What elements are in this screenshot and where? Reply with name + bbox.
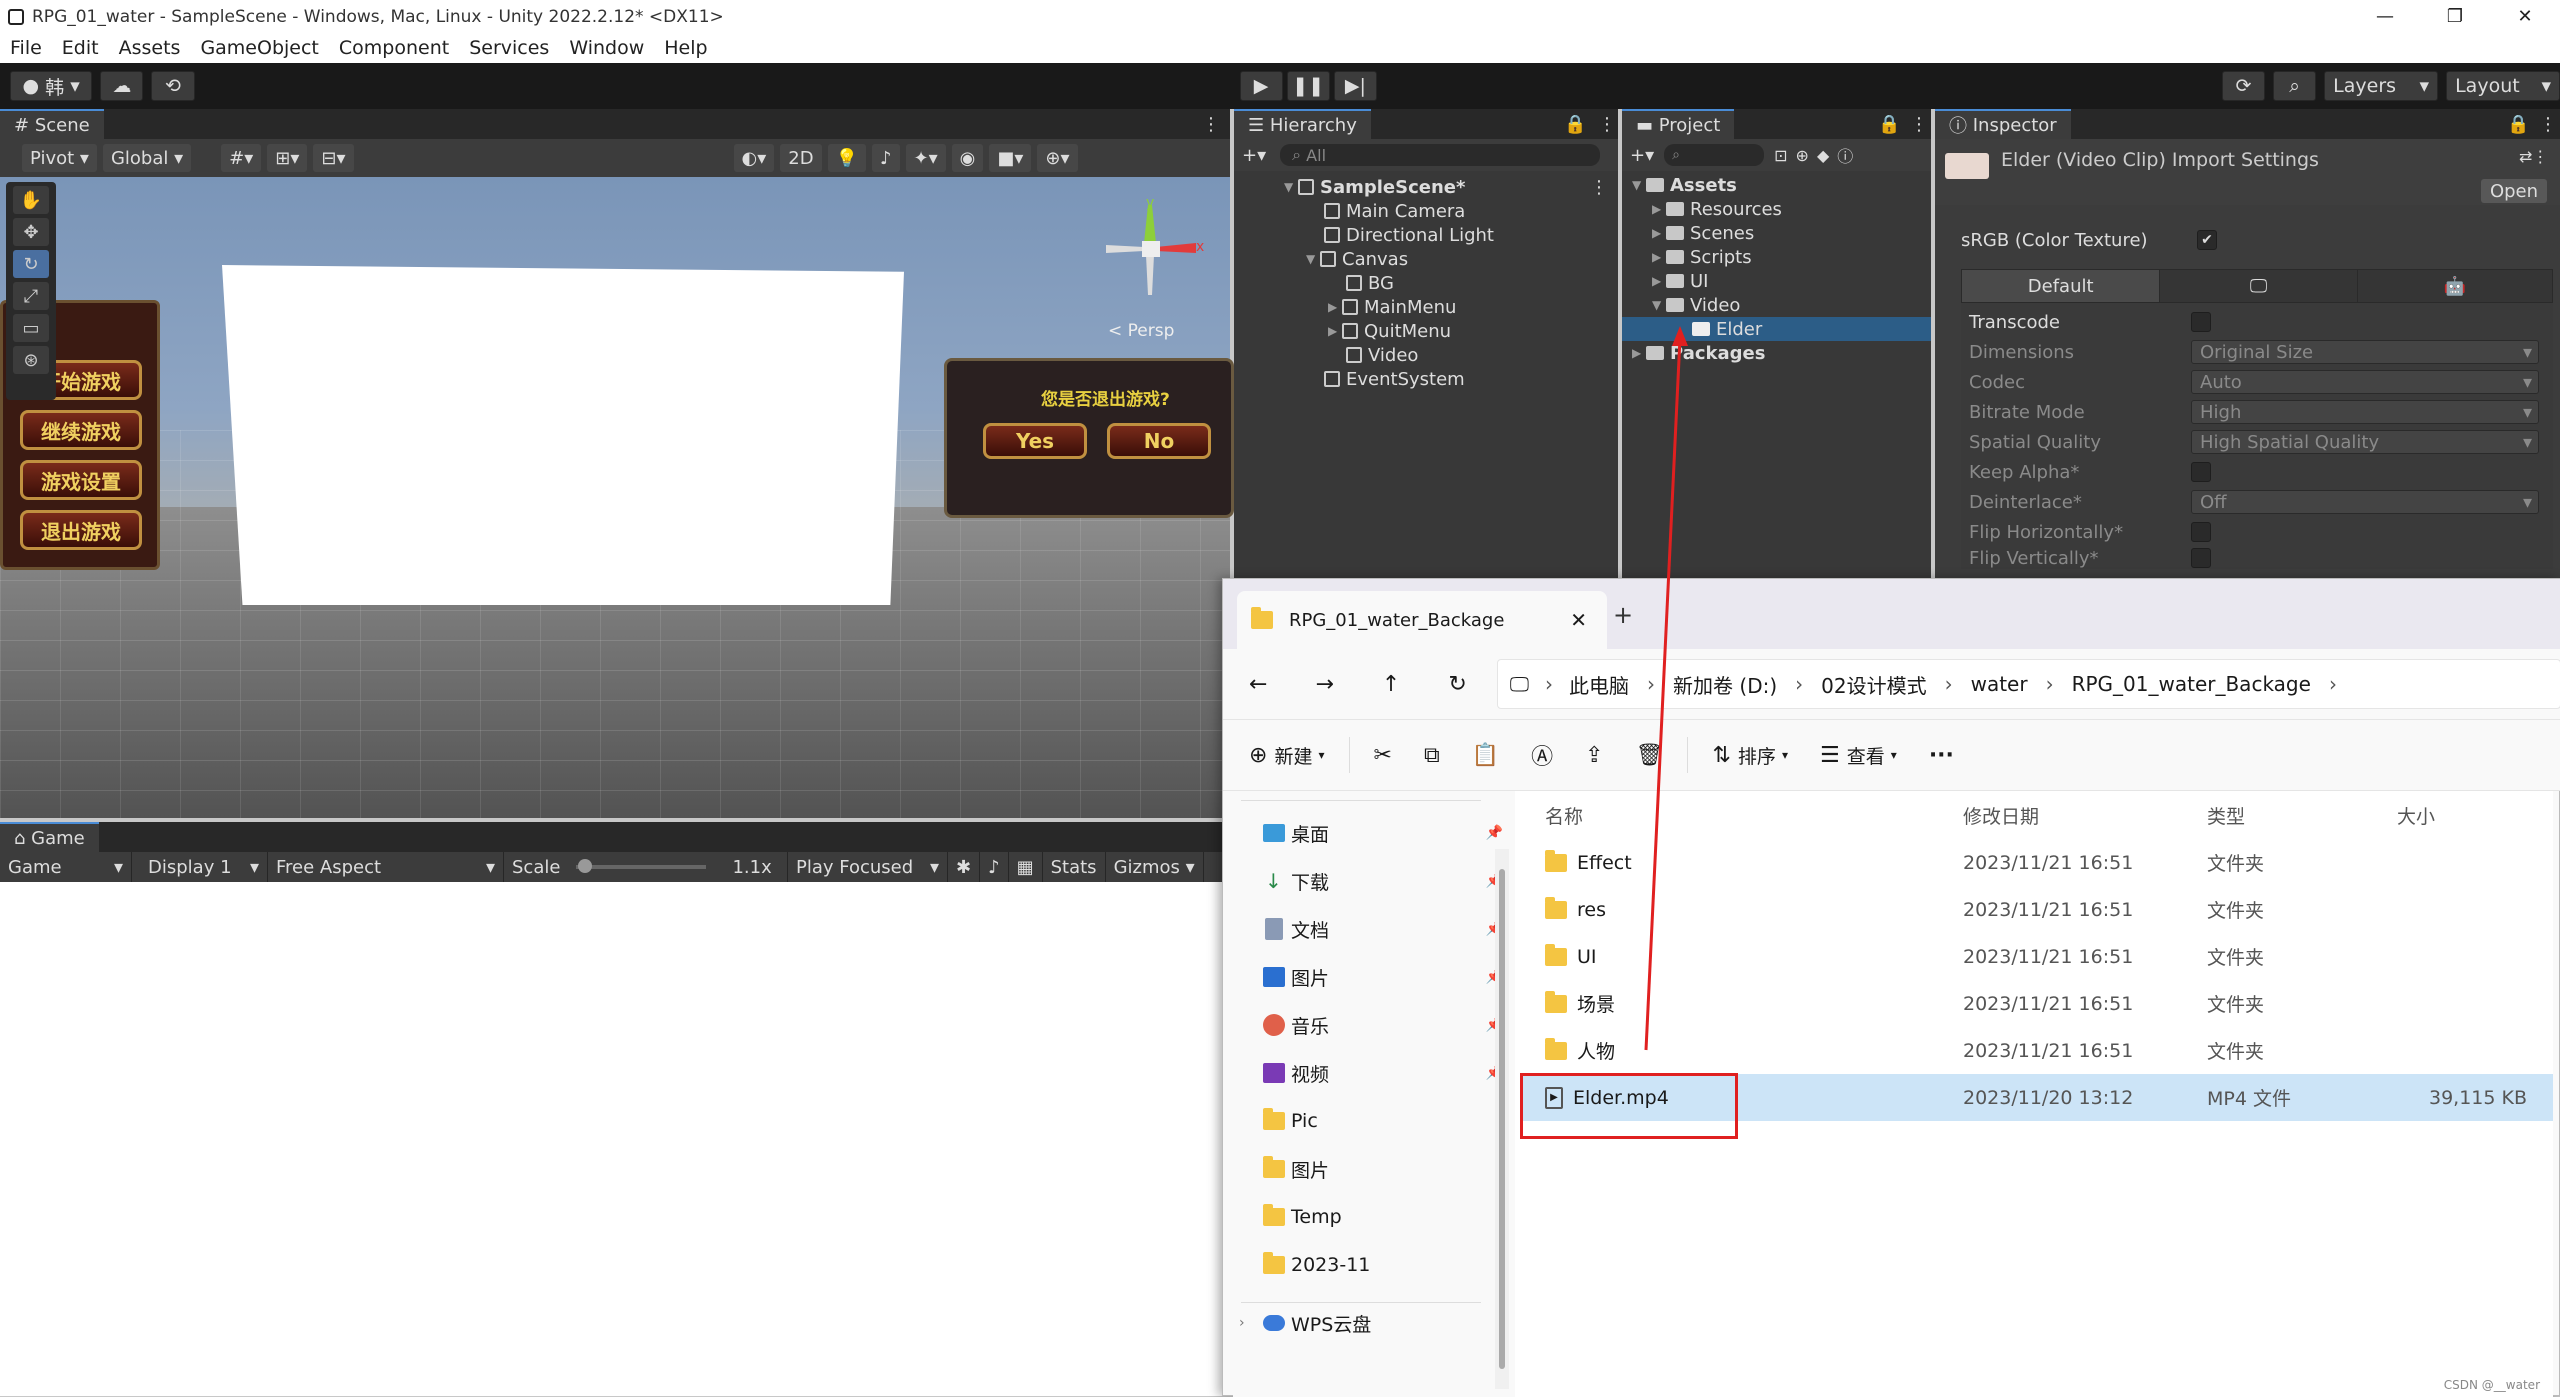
drag-arrow-annotation bbox=[1644, 326, 1688, 1051]
watermark-credit: CSDN @__water bbox=[2443, 1378, 2540, 1392]
